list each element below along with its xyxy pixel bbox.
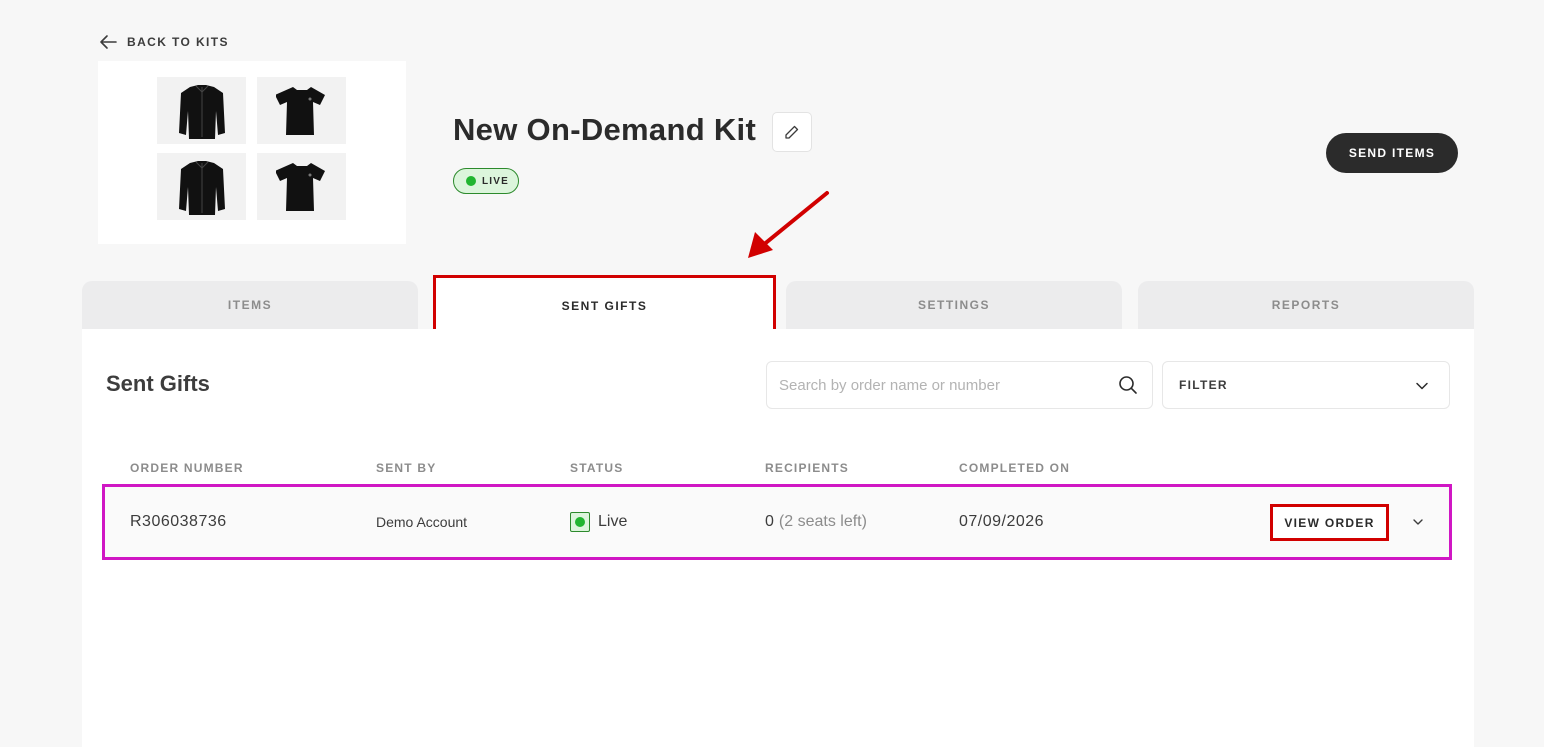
- column-header-order-number: ORDER NUMBER: [130, 461, 244, 475]
- back-to-kits-link[interactable]: BACK TO KITS: [99, 34, 229, 50]
- kit-thumbnail: [98, 61, 406, 244]
- recipients: 0 (2 seats left): [765, 487, 867, 557]
- column-header-status: STATUS: [570, 461, 624, 475]
- order-number: R306038736: [130, 513, 227, 530]
- thumbnail-tile: [257, 153, 346, 220]
- sent-gifts-panel: Sent Gifts FILTER ORDER NUMBER SENT BY S…: [82, 329, 1474, 747]
- back-to-kits-label: BACK TO KITS: [127, 35, 229, 49]
- live-dot-icon: [466, 176, 476, 186]
- arrow-left-icon: [100, 35, 117, 49]
- tab-items[interactable]: ITEMS: [82, 281, 418, 329]
- sent-by: Demo Account: [376, 514, 468, 530]
- live-status-icon: [570, 512, 590, 532]
- order-status: Live: [570, 487, 627, 557]
- status-badge: LIVE: [453, 168, 519, 194]
- thumbnail-tile: [157, 153, 246, 220]
- thumbnail-tile: [157, 77, 246, 144]
- completed-on: 07/09/2026: [959, 513, 1045, 530]
- recipients-count: 0: [765, 513, 774, 530]
- tab-settings[interactable]: SETTINGS: [786, 281, 1122, 329]
- pencil-icon: [785, 125, 799, 139]
- search-input[interactable]: [779, 362, 1109, 408]
- chevron-down-icon: [1416, 382, 1428, 390]
- filter-dropdown[interactable]: FILTER: [1162, 361, 1450, 409]
- table-row[interactable]: R306038736 Demo Account Live 0 (2 seats …: [102, 484, 1452, 560]
- seats-left: (2 seats left): [778, 513, 867, 530]
- tab-sent-gifts[interactable]: SENT GIFTS: [433, 275, 776, 337]
- chevron-down-icon[interactable]: [1409, 513, 1427, 531]
- column-header-sent-by: SENT BY: [376, 461, 437, 475]
- tshirt-icon: [275, 86, 325, 135]
- search-box: [766, 361, 1153, 409]
- kit-title: New On-Demand Kit: [453, 112, 757, 147]
- annotation-arrow-icon: [748, 191, 829, 258]
- jacket-icon: [178, 84, 225, 139]
- tshirt-icon: [275, 162, 325, 211]
- column-header-completed-on: COMPLETED ON: [959, 461, 1071, 475]
- tab-bar: ITEMS SETTINGS REPORTS SENT GIFTS: [82, 275, 1474, 337]
- view-order-button[interactable]: VIEW ORDER: [1270, 504, 1389, 541]
- panel-title: Sent Gifts: [106, 371, 210, 396]
- column-header-recipients: RECIPIENTS: [765, 461, 850, 475]
- tab-reports[interactable]: REPORTS: [1138, 281, 1474, 329]
- order-status-label: Live: [598, 513, 628, 530]
- jacket-icon: [178, 160, 225, 215]
- thumbnail-tile: [257, 77, 346, 144]
- search-icon[interactable]: [1118, 375, 1138, 395]
- edit-title-button[interactable]: [772, 112, 812, 152]
- filter-label: FILTER: [1179, 378, 1228, 392]
- send-items-button[interactable]: SEND ITEMS: [1326, 133, 1458, 173]
- status-badge-label: LIVE: [482, 175, 510, 187]
